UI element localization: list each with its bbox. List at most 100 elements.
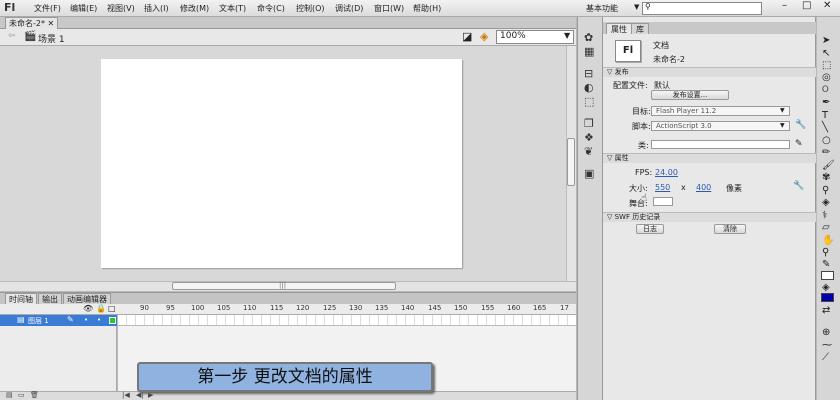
target-select[interactable]: Flash Player 11.2 [651,106,790,116]
frame-tick: 150 [454,304,468,312]
vertical-scroll-thumb[interactable] [567,138,575,186]
outline-icon[interactable]: □ [108,304,116,313]
maximize-icon[interactable]: □ [802,0,811,11]
swatches-panel-icon[interactable]: ▦ [584,45,594,58]
swf-history-section-title: ▽ SWF 历史记录 [607,213,661,221]
close-icon[interactable]: ✕ [823,0,831,11]
straighten-icon[interactable]: ⟋ [822,352,829,363]
eraser-tool-icon[interactable]: ▱ [822,222,830,233]
layer-lock-dot[interactable]: • [97,316,101,324]
pencil-icon[interactable]: ✎ [795,139,803,149]
code-snippets-icon[interactable]: ❐ [584,117,594,130]
pen-tool-icon[interactable]: ✒ [822,97,830,108]
stage-color-swatch[interactable] [653,197,673,206]
selection-tool-icon[interactable]: ➤ [822,35,830,46]
color-panel-icon[interactable]: ✿ [584,31,593,44]
line-tool-icon[interactable]: ╲ [822,122,828,133]
bone-tool-icon[interactable]: ⚲ [822,185,829,196]
minimize-icon[interactable]: – [782,0,787,11]
menu-view[interactable]: 视图(V) [107,3,135,14]
publish-section-header[interactable] [603,67,816,77]
height-value[interactable]: 400 [696,183,711,192]
class-input[interactable] [651,140,790,149]
doc-type-label: 文档 [653,41,669,50]
3d-rotation-icon[interactable]: ◎ [822,72,831,83]
menu-window[interactable]: 窗口(W) [374,3,404,14]
hand-tool-icon[interactable]: ✋ [822,235,834,246]
text-tool-icon[interactable]: T [822,110,828,121]
search-input[interactable] [642,2,762,15]
clear-button[interactable]: 清除 [714,224,746,234]
menu-edit[interactable]: 编辑(E) [70,3,97,14]
tab-library[interactable]: 库 [631,23,649,34]
motion-presets-icon[interactable]: ❦ [584,145,593,158]
menu-debug[interactable]: 调试(D) [335,3,363,14]
brush-tool-icon[interactable]: 🖌 [822,160,835,171]
oval-tool-icon[interactable]: ○ [822,135,831,146]
tab-timeline[interactable]: 时间轴 [5,293,37,304]
fps-value[interactable]: 24.00 [655,168,678,177]
smooth-icon[interactable]: ⁓ [822,340,832,351]
tab-motion-editor[interactable]: 动画编辑器 [63,293,111,304]
prev-frame-icon[interactable]: ◀| [136,391,144,399]
first-frame-icon[interactable]: |◀ [122,391,130,399]
script-select[interactable]: ActionScript 3.0 [651,121,790,131]
new-layer-icon[interactable]: ▤ [6,391,13,399]
edit-symbols-icon[interactable]: ◪ [462,30,472,43]
chevron-down-icon[interactable]: ▼ [634,3,639,11]
workspace-switcher[interactable]: 基本功能 [586,3,618,14]
menu-text[interactable]: 文本(T) [219,3,246,14]
tab-properties[interactable]: 属性 [606,23,632,34]
attributes-section-header[interactable] [603,153,816,163]
wrench-icon[interactable]: 🔧 [795,120,806,130]
menu-file[interactable]: 文件(F) [34,3,61,14]
project-panel-icon[interactable]: ▣ [584,167,594,180]
menu-insert[interactable]: 插入(I) [144,3,169,14]
layer-name[interactable]: 图层 1 [28,316,49,326]
menu-modify[interactable]: 修改(M) [180,3,209,14]
frame-strip[interactable] [118,315,576,326]
close-icon[interactable]: ✕ [48,19,55,28]
transform-panel-icon[interactable]: ⬚ [584,95,594,108]
publish-section-title: ▽ 发布 [607,68,629,76]
document-tab[interactable]: 未命名-2* ✕ [5,17,59,29]
width-value[interactable]: 550 [655,183,670,192]
swap-colors-icon[interactable]: ⇄ [822,305,830,316]
publish-settings-button[interactable]: 发布设置... [651,90,729,100]
layer-visibility-dot[interactable]: • [84,316,88,324]
menu-control[interactable]: 控制(O) [296,3,325,14]
fill-color-icon[interactable]: ◈ [822,282,830,293]
back-arrow-icon[interactable]: ⇦ [8,31,16,41]
free-transform-icon[interactable]: ⬚ [822,60,831,71]
info-panel-icon[interactable]: ◐ [584,81,594,94]
tab-output[interactable]: 输出 [38,293,62,304]
menu-commands[interactable]: 命令(C) [257,3,285,14]
pencil-tool-icon[interactable]: ✏ [822,147,830,158]
menu-help[interactable]: 帮助(H) [413,3,441,14]
edit-scene-icon[interactable]: ◈ [480,30,488,43]
log-button[interactable]: 日志 [636,224,664,234]
stroke-color-icon[interactable]: ✎ [822,259,830,270]
eye-icon[interactable]: 👁 [83,304,93,313]
frame-tick: 105 [217,304,231,312]
fill-color-swatch[interactable] [821,293,834,302]
stroke-color-swatch[interactable] [821,271,834,280]
zoom-tool-icon[interactable]: ⚲ [822,247,829,258]
deco-tool-icon[interactable]: ✾ [822,172,830,183]
lasso-tool-icon[interactable]: ଠ [822,84,829,95]
delete-icon[interactable]: 🗑 [30,391,39,399]
snap-to-objects-icon[interactable]: ⊕ [822,327,830,338]
new-folder-icon[interactable]: ▭ [18,391,25,399]
frame-tick: 100 [191,304,205,312]
chevron-down-icon[interactable]: ▼ [564,31,570,40]
components-icon[interactable]: ❖ [584,131,594,144]
paint-bucket-icon[interactable]: ◈ [822,197,830,208]
play-icon[interactable]: ▶ [148,391,153,399]
subselection-tool-icon[interactable]: ↖ [822,48,830,59]
wrench-icon[interactable]: 🔧 [793,181,804,191]
eyedropper-icon[interactable]: ⚕ [822,210,827,221]
align-panel-icon[interactable]: ⊟ [584,67,593,80]
stage[interactable] [101,59,462,268]
lock-icon[interactable]: 🔒 [96,304,106,313]
layer-outline-swatch[interactable] [109,317,116,324]
